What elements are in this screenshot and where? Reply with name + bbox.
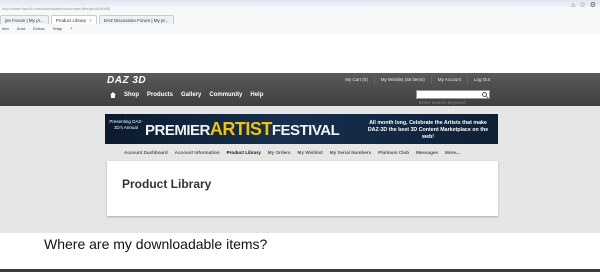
- tab-discussion-forum[interactable]: DAZ Discussion Forum | My pr...: [98, 15, 174, 24]
- site-header: DAZ 3D My Cart (0) My Wishlist (45 items…: [0, 73, 600, 106]
- favorite-item[interactable]: Annt: [17, 25, 25, 33]
- banner-tagline: All month long, Celebrate the Artists th…: [367, 120, 489, 140]
- star-icon[interactable]: ☆: [579, 2, 585, 10]
- subnav-my-orders[interactable]: My Orders: [268, 150, 291, 155]
- home-icon[interactable]: [110, 92, 116, 98]
- nav-help[interactable]: Help: [250, 92, 263, 98]
- nav-community[interactable]: Community: [209, 92, 242, 98]
- favorite-item[interactable]: rten: [2, 25, 9, 33]
- browser-toolbar-buttons: ⌂ ☆ ⚙: [571, 2, 596, 10]
- favorite-item[interactable]: Tetay: [52, 25, 62, 33]
- banner-presenting: Presenting DAZ-3D's Annual: [109, 119, 143, 130]
- festival-banner[interactable]: Presenting DAZ-3D's Annual PREMIERARTIST…: [105, 114, 498, 144]
- my-account-link[interactable]: My Account: [430, 76, 467, 84]
- subnav-my-wishlist[interactable]: My Wishlist: [298, 150, 323, 155]
- banner-title: PREMIERARTISTFESTIVAL: [145, 119, 340, 139]
- account-subnav: Account Dashboard Account Information Pr…: [124, 150, 460, 155]
- close-icon[interactable]: ×: [89, 18, 92, 23]
- main-nav: Shop Products Gallery Community Help: [110, 92, 263, 98]
- favorite-item[interactable]: Extras: [33, 25, 44, 33]
- content-card: Product Library: [107, 161, 498, 216]
- subnav-product-library[interactable]: Product Library: [227, 150, 261, 155]
- page-title: Product Library: [122, 177, 212, 191]
- subnav-account-dashboard[interactable]: Account Dashboard: [124, 150, 168, 155]
- account-links: My Cart (0) My Wishlist (45 items) My Ac…: [339, 76, 496, 84]
- daz3d-logo[interactable]: DAZ 3D: [107, 75, 146, 86]
- favorite-item[interactable]: ?: [70, 25, 72, 33]
- subnav-serial-numbers[interactable]: My Serial Numbers: [330, 150, 371, 155]
- wishlist-link[interactable]: My Wishlist (45 items): [373, 76, 431, 84]
- search-input[interactable]: [417, 99, 479, 106]
- nav-products[interactable]: Products: [147, 92, 173, 98]
- caption-question: Where are my downloadable items?: [44, 236, 268, 252]
- address-bar[interactable]: http://www.daz3d.com/downloader/customer…: [0, 5, 320, 12]
- website: DAZ 3D My Cart (0) My Wishlist (45 items…: [0, 73, 600, 272]
- search-box: [416, 90, 490, 106]
- logout-link[interactable]: Log Out: [466, 76, 496, 84]
- favorites-bar: rten Annt Extras Tetay ?: [0, 25, 600, 33]
- cart-link[interactable]: My Cart (0): [339, 76, 374, 84]
- search-icon[interactable]: [482, 92, 487, 97]
- nav-gallery[interactable]: Gallery: [181, 92, 201, 98]
- home-icon[interactable]: ⌂: [571, 2, 575, 10]
- gear-icon[interactable]: ⚙: [590, 2, 596, 10]
- subnav-platinum-club[interactable]: Platinum Club: [378, 150, 409, 155]
- tab-strip: jen Forum | My pr... Product Library × DA…: [0, 15, 600, 24]
- nav-shop[interactable]: Shop: [124, 92, 139, 98]
- tab-forum[interactable]: jen Forum | My pr...: [0, 15, 49, 24]
- subnav-more[interactable]: More...: [445, 150, 460, 155]
- caption-overlay: Where are my downloadable items?: [0, 233, 600, 272]
- browser-chrome: http://www.daz3d.com/downloader/customer…: [0, 0, 600, 34]
- subnav-messages[interactable]: Messages: [416, 150, 438, 155]
- subnav-account-information[interactable]: Account Information: [175, 150, 220, 155]
- tab-product-library[interactable]: Product Library ×: [50, 15, 97, 24]
